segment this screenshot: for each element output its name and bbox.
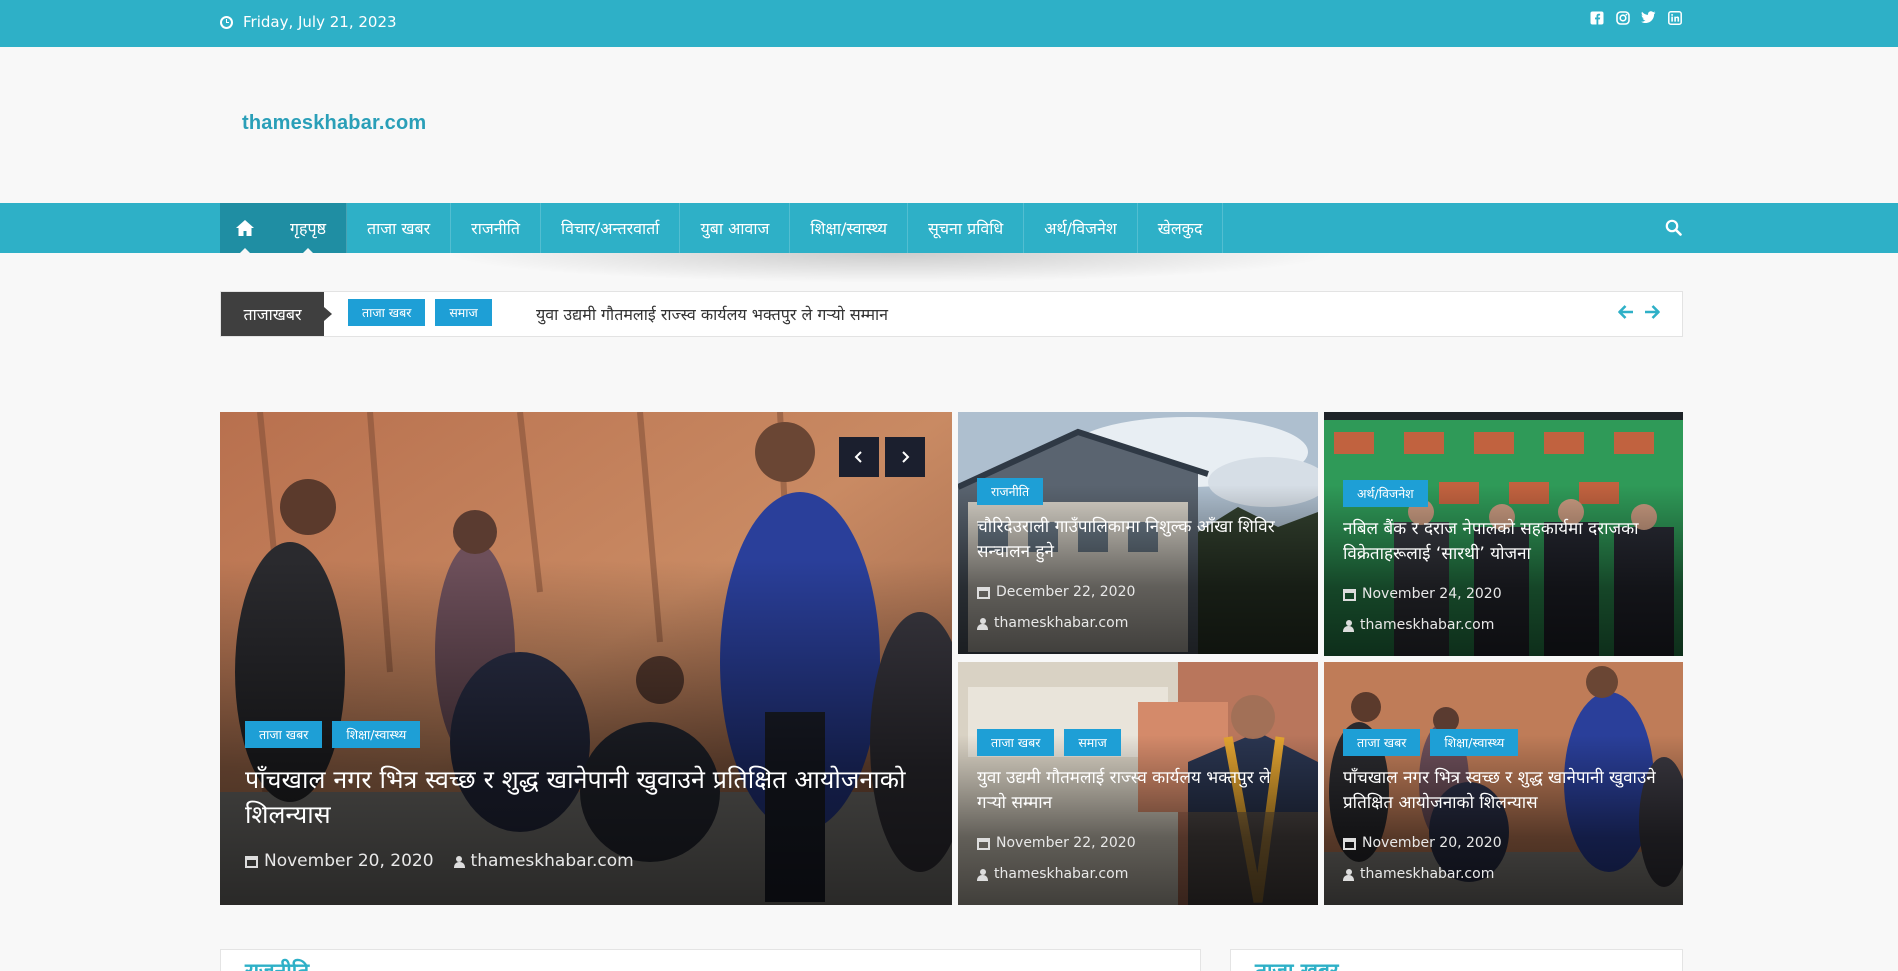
- post-date: November 20, 2020: [1362, 835, 1502, 851]
- card-tags: ताजा खबर शिक्षा/स्वास्थ्य: [1343, 729, 1664, 756]
- category-tag[interactable]: ताजा खबर: [1343, 729, 1421, 756]
- ticker-tag[interactable]: समाज: [435, 299, 492, 326]
- section-title[interactable]: ताजा खबर: [1255, 957, 1339, 971]
- calendar-icon: [977, 837, 990, 850]
- main-nav: गृहपृष्ठ ताजा खबर राजनीति विचार/अन्तरवार…: [0, 203, 1898, 254]
- nav-item-education-health[interactable]: शिक्षा/स्वास्थ्य: [790, 203, 909, 253]
- nav-item-sports[interactable]: खेलकुद: [1138, 203, 1224, 253]
- nav-item-business[interactable]: अर्थ/विजनेश: [1024, 203, 1138, 253]
- user-icon: [977, 868, 988, 881]
- nav-shadow: [440, 253, 1340, 283]
- category-tag[interactable]: अर्थ/विजनेश: [1343, 480, 1428, 507]
- card-title[interactable]: पाँचखाल नगर भित्र स्वच्छ र शुद्ध खानेपान…: [1343, 766, 1664, 816]
- clock-icon: [220, 15, 233, 29]
- card-meta: December 22, 2020 thameskhabar.com: [977, 577, 1299, 639]
- slider-next-button[interactable]: [885, 437, 925, 477]
- post-date: December 22, 2020: [996, 584, 1136, 600]
- user-icon: [977, 617, 988, 630]
- current-date: Friday, July 21, 2023: [220, 13, 397, 31]
- calendar-icon: [1343, 837, 1356, 850]
- post-author[interactable]: thameskhabar.com: [994, 859, 1128, 890]
- category-tag[interactable]: समाज: [1064, 729, 1121, 756]
- card-content: राजनीति चौरिदेउराली गाउँपालिकामा निशुल्क…: [977, 478, 1299, 639]
- category-tag[interactable]: शिक्षा/स्वास्थ्य: [1430, 729, 1519, 756]
- news-card[interactable]: ताजा खबर समाज युवा उद्यमी गौतमलाई राज्स्…: [958, 662, 1318, 905]
- ticker-label: ताजाखबर: [221, 292, 332, 336]
- arrow-left-icon: [1618, 305, 1633, 319]
- featured-meta: November 20, 2020 thameskhabar.com: [245, 846, 933, 877]
- ticker-headline[interactable]: युवा उद्यमी गौतमलाई राज्स्व कार्यलय भक्त…: [536, 303, 888, 325]
- ticker-tag[interactable]: ताजा खबर: [348, 299, 426, 326]
- card-meta: November 22, 2020 thameskhabar.com: [977, 828, 1299, 890]
- card-title[interactable]: युवा उद्यमी गौतमलाई राज्स्व कार्यलय भक्त…: [977, 766, 1299, 816]
- news-ticker: ताजाखबर ताजा खबर समाज युवा उद्यमी गौतमला…: [220, 291, 1683, 337]
- chevron-right-icon: [902, 451, 910, 463]
- card-tags: ताजा खबर समाज: [977, 729, 1299, 756]
- section-title[interactable]: राजनीति: [245, 957, 309, 971]
- social-links: [1589, 10, 1682, 25]
- nav-item-latest-news[interactable]: ताजा खबर: [347, 203, 452, 253]
- card-tags: राजनीति: [977, 478, 1299, 505]
- post-author[interactable]: thameskhabar.com: [994, 608, 1128, 639]
- card-title[interactable]: नबिल बैंक र दराज नेपालको सहकार्यमा दराजक…: [1343, 517, 1664, 567]
- post-author[interactable]: thameskhabar.com: [471, 846, 634, 877]
- site-logo[interactable]: thameskhabar.com: [242, 112, 426, 135]
- instagram-icon[interactable]: [1615, 10, 1630, 25]
- post-date: November 24, 2020: [1362, 586, 1502, 602]
- card-content: ताजा खबर समाज युवा उद्यमी गौतमलाई राज्स्…: [977, 729, 1299, 890]
- search-button[interactable]: [1665, 219, 1682, 240]
- ticker-prev-button[interactable]: [1618, 304, 1634, 324]
- nav-item-opinion[interactable]: विचार/अन्तरवार्ता: [541, 203, 681, 253]
- featured-content: ताजा खबर शिक्षा/स्वास्थ्य पाँचखाल नगर भि…: [245, 721, 933, 877]
- date-text: Friday, July 21, 2023: [243, 13, 397, 31]
- twitter-icon[interactable]: [1641, 10, 1656, 25]
- featured-title[interactable]: पाँचखाल नगर भित्र स्वच्छ र शुद्ध खानेपान…: [245, 762, 933, 832]
- card-content: अर्थ/विजनेश नबिल बैंक र दराज नेपालको सहक…: [1343, 480, 1664, 641]
- news-card[interactable]: अर्थ/विजनेश नबिल बैंक र दराज नेपालको सहक…: [1324, 412, 1683, 656]
- category-tag[interactable]: ताजा खबर: [977, 729, 1055, 756]
- post-date: November 20, 2020: [264, 851, 434, 871]
- post-author[interactable]: thameskhabar.com: [1360, 610, 1494, 641]
- slider-prev-button[interactable]: [839, 437, 879, 477]
- card-meta: November 20, 2020 thameskhabar.com: [1343, 828, 1664, 890]
- arrow-right-icon: [1645, 305, 1660, 319]
- card-meta: November 24, 2020 thameskhabar.com: [1343, 579, 1664, 641]
- facebook-icon[interactable]: [1589, 10, 1604, 25]
- latest-news-section: ताजा खबर: [1230, 949, 1683, 971]
- user-icon: [1343, 619, 1354, 632]
- featured-tags: ताजा खबर शिक्षा/स्वास्थ्य: [245, 721, 933, 748]
- card-tags: अर्थ/विजनेश: [1343, 480, 1664, 507]
- post-author[interactable]: thameskhabar.com: [1360, 859, 1494, 890]
- home-icon: [236, 220, 254, 236]
- category-tag[interactable]: राजनीति: [977, 478, 1044, 505]
- news-card[interactable]: राजनीति चौरिदेउराली गाउँपालिकामा निशुल्क…: [958, 412, 1318, 654]
- chevron-left-icon: [854, 451, 862, 463]
- ticker-tags: ताजा खबर समाज: [348, 299, 492, 326]
- slider-controls: [839, 437, 925, 477]
- nav-item-politics[interactable]: राजनीति: [451, 203, 542, 253]
- ticker-controls: [1618, 304, 1660, 324]
- featured-slide[interactable]: ताजा खबर शिक्षा/स्वास्थ्य पाँचखाल नगर भि…: [220, 412, 952, 905]
- linkedin-icon[interactable]: [1667, 10, 1682, 25]
- nav-item-youth-voice[interactable]: युबा आवाज: [680, 203, 791, 253]
- category-tag[interactable]: ताजा खबर: [245, 721, 323, 748]
- nav-menu: गृहपृष्ठ ताजा खबर राजनीति विचार/अन्तरवार…: [220, 203, 1224, 254]
- user-icon: [1343, 868, 1354, 881]
- nav-item-home[interactable]: गृहपृष्ठ: [270, 203, 348, 254]
- card-title[interactable]: चौरिदेउराली गाउँपालिकामा निशुल्क आँखा शि…: [977, 515, 1299, 565]
- politics-section: राजनीति: [220, 949, 1201, 971]
- ticker-next-button[interactable]: [1644, 304, 1660, 324]
- home-button[interactable]: [220, 203, 270, 254]
- calendar-icon: [1343, 588, 1356, 601]
- news-card[interactable]: ताजा खबर शिक्षा/स्वास्थ्य पाँचखाल नगर भि…: [1324, 662, 1683, 905]
- nav-item-technology[interactable]: सूचना प्रविधि: [908, 203, 1025, 253]
- calendar-icon: [245, 855, 258, 868]
- calendar-icon: [977, 586, 990, 599]
- top-bar: Friday, July 21, 2023: [0, 0, 1898, 47]
- user-icon: [453, 855, 465, 868]
- search-icon: [1665, 219, 1682, 236]
- card-content: ताजा खबर शिक्षा/स्वास्थ्य पाँचखाल नगर भि…: [1343, 729, 1664, 890]
- category-tag[interactable]: शिक्षा/स्वास्थ्य: [332, 721, 421, 748]
- post-date: November 22, 2020: [996, 835, 1136, 851]
